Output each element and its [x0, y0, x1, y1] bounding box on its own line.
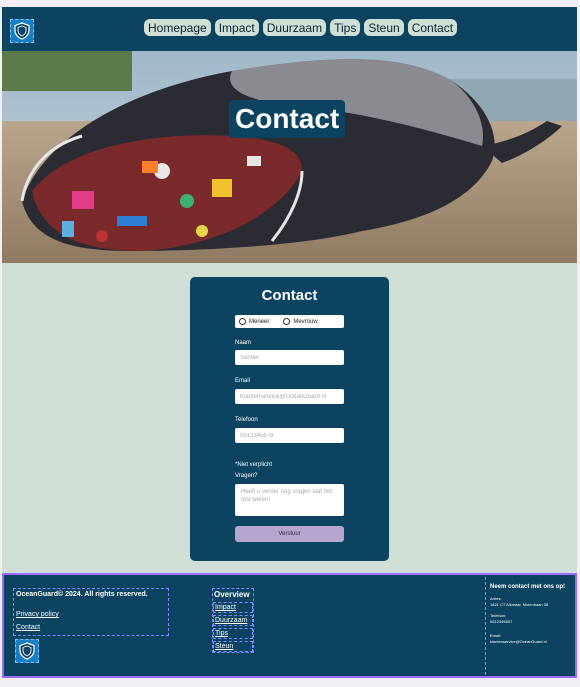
overview-heading: Overview	[214, 590, 250, 599]
shield-icon	[14, 22, 30, 40]
footer-contact: Neem contact met ons op! Adres: 1821 CT …	[485, 577, 575, 675]
footer-overview: Overview Impact Duurzaam Tips Steun	[212, 588, 254, 653]
radio-circle-icon	[239, 318, 246, 325]
submit-button[interactable]: Verstuur	[235, 526, 344, 542]
gender-radio-group: Meneer Mevrouw	[235, 315, 344, 328]
email-label: Email	[235, 378, 251, 384]
optional-note: *Niet verplicht	[235, 462, 273, 468]
radio-mevrouw-label: Mevrouw	[293, 318, 318, 325]
email-field[interactable]	[235, 389, 344, 404]
form-title: Contact	[261, 287, 318, 304]
shield-icon	[19, 642, 35, 660]
radio-meneer-label: Meneer	[249, 318, 270, 325]
footer-nav-impact[interactable]: Impact	[213, 602, 253, 613]
name-field[interactable]	[235, 350, 344, 365]
footer-contact-link[interactable]: Contact	[16, 624, 40, 631]
phone-field[interactable]	[235, 428, 344, 443]
questions-field[interactable]	[235, 484, 344, 516]
hero-image	[2, 51, 577, 263]
radio-mevrouw[interactable]: Mevrouw	[283, 318, 318, 325]
footer-email-value: klantenservice@OceanGuard.nl	[490, 638, 547, 644]
contact-form: Contact Meneer Mevrouw Naam Email Telefo…	[190, 277, 389, 561]
copyright-text: OceanGuard© 2024. All rights reserved.	[16, 591, 148, 598]
footer-info: OceanGuard© 2024. All rights reserved. P…	[13, 588, 169, 636]
radio-circle-icon	[283, 318, 291, 325]
name-label: Naam	[235, 340, 252, 346]
questions-label: Vragen?	[235, 473, 258, 479]
site-logo[interactable]	[10, 19, 34, 43]
footer-nav-steun[interactable]: Steun	[213, 641, 253, 652]
nav-homepage[interactable]: Homepage	[144, 19, 211, 36]
contact-heading: Neem contact met ons op!	[490, 584, 566, 590]
radio-meneer[interactable]: Meneer	[239, 318, 269, 325]
hero-banner: Contact	[2, 51, 577, 263]
address-value: 1821 CT Alkmaar, Molenbaan 38	[490, 601, 549, 607]
footer: OceanGuard© 2024. All rights reserved. P…	[2, 573, 577, 678]
privacy-policy-link[interactable]: Privacy policy	[16, 611, 59, 618]
page: Homepage Impact Duurzaam Tips Steun Cont…	[2, 7, 577, 678]
footer-phone-value: 0612345657	[490, 618, 513, 624]
nav-contact[interactable]: Contact	[407, 19, 458, 36]
header: Homepage Impact Duurzaam Tips Steun Cont…	[2, 7, 577, 51]
footer-nav-tips[interactable]: Tips	[213, 628, 253, 639]
phone-label: Telefoon	[235, 417, 258, 423]
nav-duurzaam[interactable]: Duurzaam	[262, 19, 327, 36]
nav-impact[interactable]: Impact	[214, 19, 259, 36]
page-title: Contact	[229, 100, 346, 138]
nav-tips[interactable]: Tips	[330, 19, 361, 36]
main-nav: Homepage Impact Duurzaam Tips Steun Cont…	[144, 19, 458, 36]
footer-nav-duurzaam[interactable]: Duurzaam	[213, 615, 253, 626]
footer-logo[interactable]	[15, 639, 39, 663]
nav-steun[interactable]: Steun	[364, 19, 404, 36]
